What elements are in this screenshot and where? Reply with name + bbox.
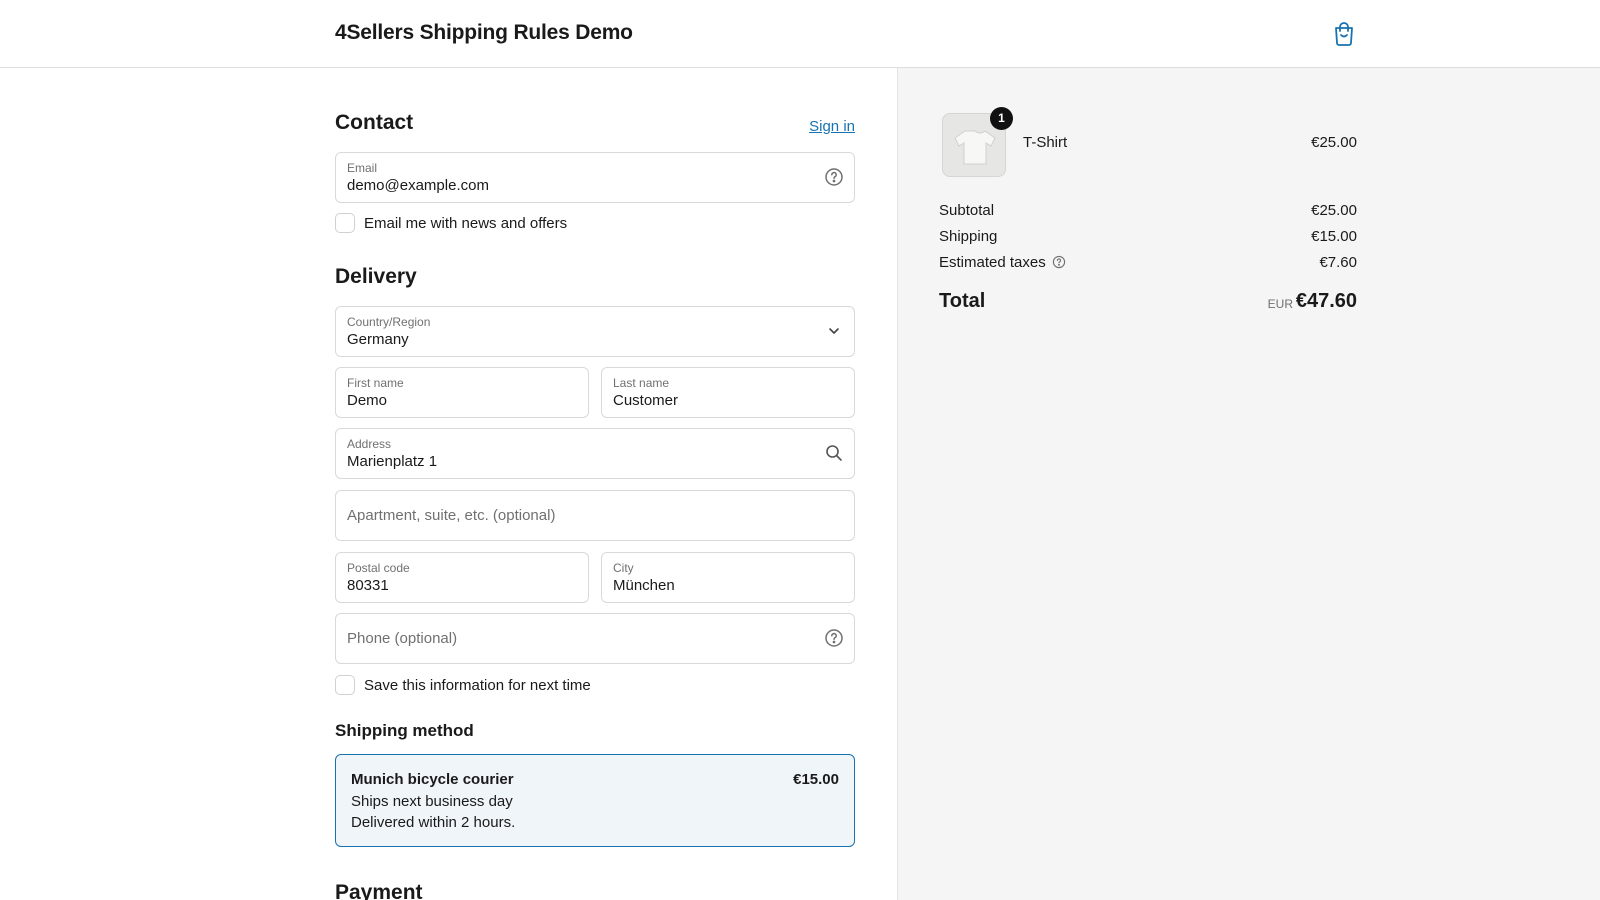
shipping-option-line1: Ships next business day — [351, 793, 513, 810]
first-name-field[interactable]: First name Demo — [335, 367, 589, 418]
last-name-field[interactable]: Last name Customer — [601, 367, 855, 418]
shipping-option-line2: Delivered within 2 hours. — [351, 814, 516, 831]
postal-code-field[interactable]: Postal code 80331 — [335, 552, 589, 603]
contact-heading: Contact — [335, 111, 414, 134]
store-title[interactable]: 4Sellers Shipping Rules Demo — [335, 21, 633, 45]
sign-in-link[interactable]: Sign in — [809, 118, 855, 135]
total-label: Total — [939, 290, 986, 312]
total-value: €47.60 — [1295, 290, 1357, 312]
taxes-value: €7.60 — [1319, 254, 1357, 271]
city-label: City — [613, 561, 634, 575]
country-select[interactable]: Country/Region Germany — [335, 306, 855, 357]
payment-heading: Payment — [335, 881, 423, 900]
quantity-badge: 1 — [990, 107, 1013, 130]
apartment-field[interactable]: Apartment, suite, etc. (optional) — [335, 490, 855, 541]
postal-code-label: Postal code — [347, 561, 410, 575]
shipping-option[interactable]: Munich bicycle courier €15.00 Ships next… — [335, 754, 855, 847]
shipping-value: €15.00 — [1311, 228, 1357, 245]
phone-field[interactable]: Phone (optional) — [335, 613, 855, 664]
email-field[interactable]: Email demo@example.com — [335, 152, 855, 203]
item-price: €25.00 — [1311, 134, 1357, 151]
total-currency: EUR — [1267, 297, 1293, 311]
header: 4Sellers Shipping Rules Demo — [0, 0, 1600, 68]
taxes-label: Estimated taxes — [939, 254, 1046, 271]
taxes-row-label: Estimated taxes — [939, 254, 1066, 271]
chevron-down-icon — [829, 328, 839, 334]
shipping-method-heading: Shipping method — [335, 721, 474, 740]
newsletter-label[interactable]: Email me with news and offers — [364, 215, 567, 232]
postal-code-value: 80331 — [347, 577, 389, 594]
address-field[interactable]: Address Marienplatz 1 — [335, 428, 855, 479]
shopping-bag-icon[interactable] — [1332, 20, 1356, 46]
newsletter-checkbox[interactable] — [335, 213, 355, 233]
address-value: Marienplatz 1 — [347, 453, 438, 470]
last-name-label: Last name — [613, 376, 670, 390]
email-label: Email — [347, 161, 378, 175]
shipping-option-price: €15.00 — [793, 771, 839, 788]
subtotal-label: Subtotal — [939, 202, 995, 219]
first-name-value: Demo — [347, 392, 388, 409]
help-icon[interactable] — [1052, 255, 1066, 269]
city-field[interactable]: City München — [601, 552, 855, 603]
shipping-option-name: Munich bicycle courier — [351, 771, 514, 788]
city-value: München — [613, 577, 675, 594]
checkout-form: Contact Sign in Email demo@example.com E… — [335, 68, 855, 900]
order-summary: 1 T-Shirt €25.00 Subtotal €25.00 Shippin… — [939, 68, 1357, 368]
email-value: demo@example.com — [347, 177, 489, 194]
shipping-label: Shipping — [939, 228, 998, 245]
apartment-placeholder: Apartment, suite, etc. (optional) — [347, 507, 556, 524]
delivery-heading: Delivery — [335, 265, 417, 288]
last-name-value: Customer — [613, 392, 679, 409]
address-label: Address — [347, 437, 392, 451]
item-name: T-Shirt — [1023, 134, 1068, 151]
country-value: Germany — [347, 331, 409, 348]
search-icon — [826, 445, 842, 461]
save-info-label[interactable]: Save this information for next time — [364, 677, 591, 694]
phone-placeholder: Phone (optional) — [347, 630, 458, 647]
country-label: Country/Region — [347, 315, 431, 329]
help-icon[interactable] — [824, 167, 844, 187]
save-info-checkbox[interactable] — [335, 675, 355, 695]
help-icon[interactable] — [824, 628, 844, 648]
first-name-label: First name — [347, 376, 404, 390]
subtotal-value: €25.00 — [1311, 202, 1357, 219]
